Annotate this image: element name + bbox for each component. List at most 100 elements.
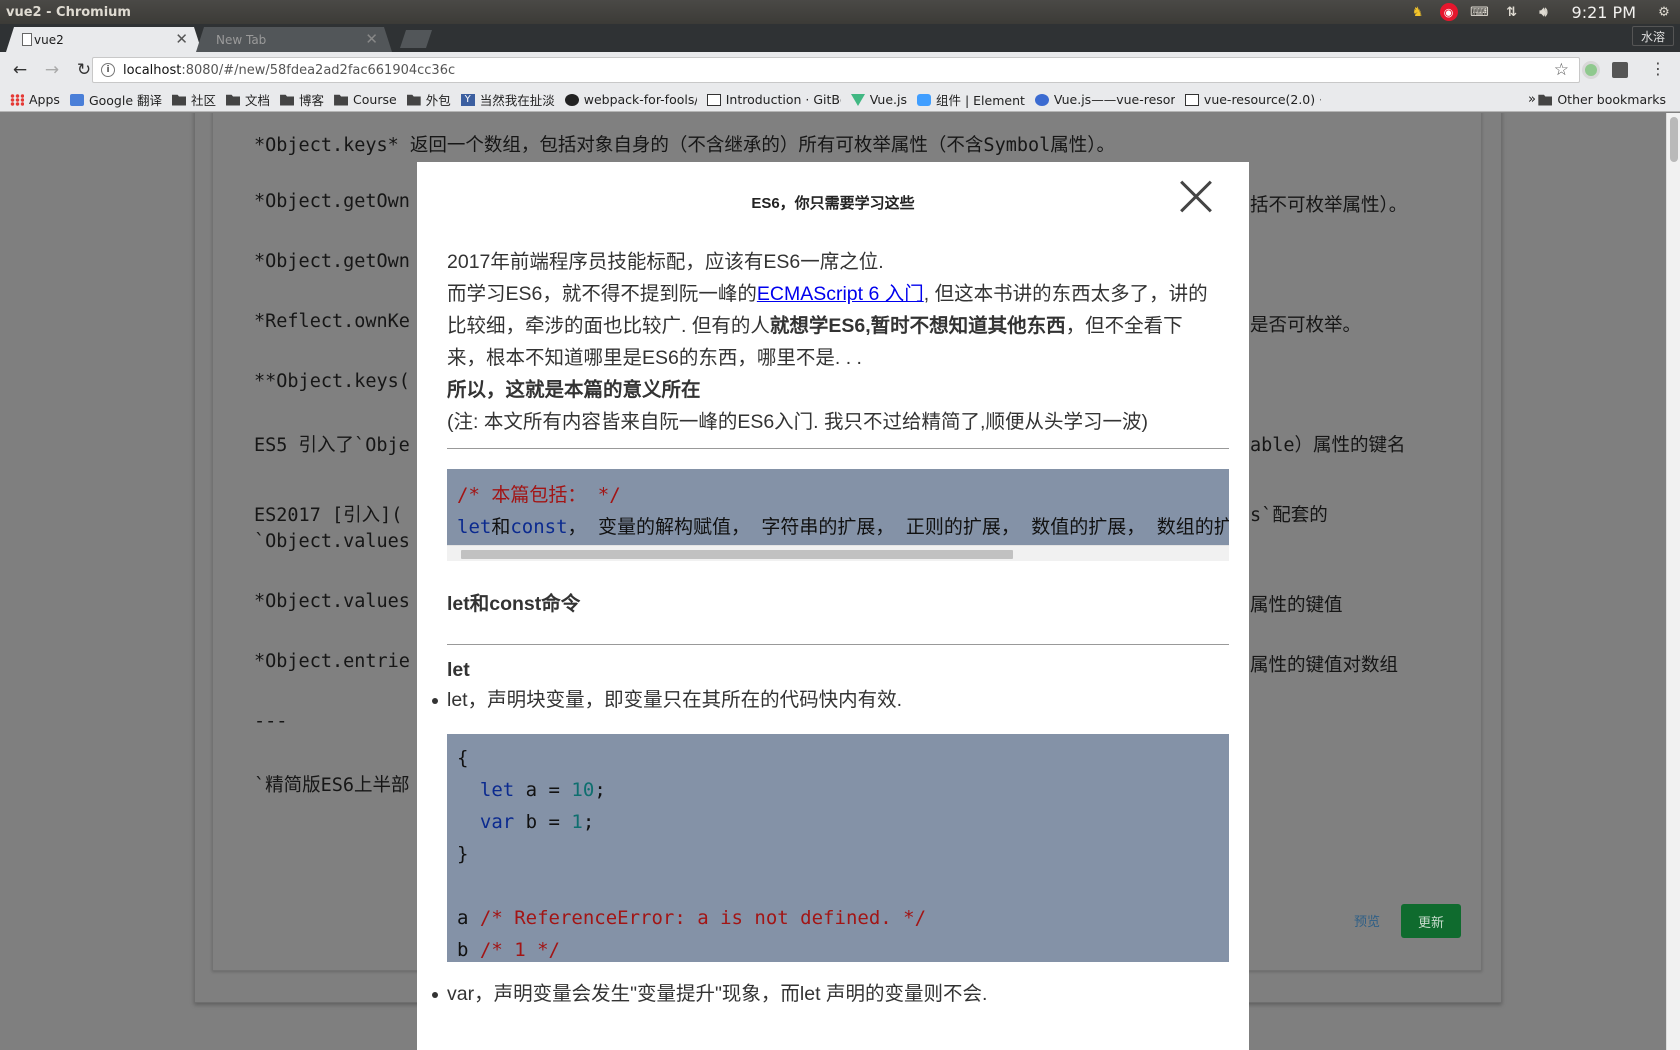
bookmark-label: 文档 [245, 93, 271, 108]
url-path: :8080/#/new/58fdea2ad2fac661904cc36c [181, 62, 456, 78]
tab-title: New Tab [216, 32, 267, 47]
bookmark-gitbook[interactable]: Introduction · GitBo [706, 92, 841, 107]
folder-icon [226, 94, 241, 106]
bookmark-label: Vue.js [869, 92, 907, 107]
bookmark-folder-outsource[interactable]: 外包 [406, 90, 451, 109]
page-scrollbar[interactable] [1666, 113, 1680, 1050]
bookmark-folder-blog[interactable]: 博客 [280, 90, 324, 109]
bookmark-apps[interactable]: Apps [10, 92, 60, 107]
page-icon [22, 33, 32, 46]
chrome-menu-icon[interactable]: ⋮ [1650, 59, 1666, 78]
editor-line: *Object.values [254, 591, 410, 612]
bookmark-google-translate[interactable]: Google 翻译 [69, 90, 162, 109]
bookmark-webpack[interactable]: webpack-for-fools/ [564, 92, 697, 107]
tab-title: vue2 [34, 32, 64, 47]
code-text: a [457, 907, 480, 929]
scroll-right-arrow-icon[interactable]: ▶ [1220, 548, 1225, 561]
bookmark-vue-resource-gitbook[interactable]: vue-resource(2.0) · [1184, 92, 1321, 107]
weibo-tray-icon[interactable]: ◉ [1439, 3, 1458, 21]
bold-text: 就想学ES6,暂时不想知道其他东西 [769, 315, 1066, 337]
code-text: a = [514, 779, 572, 801]
summary-code-block: /* 本篇包括： */ let和const， 变量的解构赋值， 字符串的扩展， … [447, 469, 1229, 561]
other-bookmarks[interactable]: Other bookmarks [1538, 92, 1666, 107]
profile-button[interactable]: 水溶 [1631, 26, 1674, 46]
editor-line-fragment: 属性的键值对数组 [1250, 655, 1399, 676]
heading-let: let [447, 659, 470, 681]
qq-tray-icon[interactable]: ♞ [1408, 4, 1428, 20]
new-tab-button[interactable] [400, 30, 432, 48]
editor-line-fragment: s`配套的 [1250, 505, 1328, 526]
list-item: let，声明块变量，即变量只在其所在的代码快内有效. [432, 684, 1229, 716]
text: 比较细，牵涉的面也比较广. 但有的人 [447, 315, 770, 337]
bookmark-label: 组件 | Element [936, 93, 1025, 108]
keyboard-icon[interactable]: ⌨ [1470, 4, 1490, 20]
editor-line: *Object.entrie [254, 651, 410, 672]
system-tray: ♞ ◉ ⌨ ⇅ 🔊︎ 9:21 PM ⚙ [1408, 0, 1674, 24]
bookmark-star-icon[interactable]: ☆ [1554, 60, 1569, 80]
address-bar[interactable]: i localhost :8080/#/new/58fdea2ad2fac661… [92, 57, 1580, 83]
code-comment: /* 本篇包括： */ [457, 484, 621, 506]
bookmark-element[interactable]: 组件 | Element [917, 90, 1025, 109]
bookmark-label: vue-resource(2.0) · [1203, 92, 1321, 107]
preview-button[interactable]: 预览 [1354, 911, 1380, 930]
page-scrollbar-thumb[interactable] [1670, 117, 1678, 162]
bookmark-folder-community[interactable]: 社区 [172, 90, 216, 109]
text: 而学习ES6，就不得不提到阮一峰的 [447, 283, 757, 305]
bookmark-folder-docs[interactable]: 文档 [226, 90, 270, 109]
bookmark-label: Course [353, 92, 397, 107]
code-comment: /* 1 */ [479, 939, 560, 961]
tab-new-tab[interactable]: New Tab ✕ [196, 27, 392, 52]
bookmark-vuejs[interactable]: Vue.js [850, 92, 907, 107]
code-text: b = [514, 811, 572, 833]
code-line: a /* ReferenceError: a is not defined. *… [457, 902, 1219, 934]
heading-let-const: let和const命令 [447, 593, 581, 615]
code-line: { [457, 747, 469, 769]
scroll-left-arrow-icon[interactable]: ◀ [451, 548, 456, 561]
code-comment: /* ReferenceError: a is not defined. */ [479, 907, 927, 929]
editor-line: *Object.keys* 返回一个数组，包括对象自身的（不含继承的）所有可枚举… [254, 135, 1116, 156]
tab-strip: vue2 ✕ New Tab ✕ [0, 24, 1680, 52]
extension-status-icon[interactable] [1582, 61, 1600, 79]
vue-resource-icon [1034, 93, 1049, 106]
close-tab-icon[interactable]: ✕ [175, 30, 188, 48]
forward-arrow-icon[interactable]: → [40, 58, 64, 82]
code-line: } [457, 843, 469, 865]
intro-line: 而学习ES6，就不得不提到阮一峰的ECMAScript 6 入门, 但这本书讲的… [447, 278, 1229, 310]
bookmark-folder-course[interactable]: Course [334, 92, 397, 107]
bookmarks-overflow-chevron[interactable]: » [1528, 92, 1536, 107]
code-text: 和 [491, 516, 511, 538]
os-top-panel: vue2 - Chromium ♞ ◉ ⌨ ⇅ 🔊︎ 9:21 PM ⚙ [0, 0, 1680, 24]
modal-title: ES6，你只需要学习这些 [751, 195, 915, 212]
gear-icon[interactable]: ⚙ [1654, 4, 1674, 20]
bookmark-label: 社区 [191, 93, 217, 108]
editor-line-fragment: 是否可枚举。 [1250, 315, 1362, 336]
editor-line: `Object.values [254, 531, 410, 552]
divider [447, 644, 1229, 645]
bookmark-label: 外包 [425, 93, 451, 108]
ecmascript-book-link[interactable]: ECMAScript 6 入门 [757, 283, 924, 305]
intro-line: 比较细，牵涉的面也比较广. 但有的人就想学ES6,暂时不想知道其他东西，但不全看… [447, 310, 1229, 342]
window-title: vue2 - Chromium [6, 4, 131, 20]
editor-line: *Object.getOwn [254, 191, 410, 212]
back-arrow-icon[interactable]: ← [8, 58, 32, 82]
tab-vue2[interactable]: vue2 ✕ [6, 27, 202, 52]
clock[interactable]: 9:21 PM [1572, 3, 1636, 22]
volume-icon[interactable]: 🔊︎ [1534, 4, 1554, 20]
bookmark-vue-resource[interactable]: Vue.js——vue-resor [1034, 92, 1175, 107]
close-tab-icon[interactable]: ✕ [365, 30, 378, 48]
extension-document-icon[interactable] [1612, 62, 1628, 78]
code-scrollbar-thumb[interactable] [461, 550, 1013, 559]
bookmark-yinxiang[interactable]: Y 当然我在扯淡 [460, 90, 555, 109]
intro-note: (注: 本文所有内容皆来自阮一峰的ES6入门. 我只不过给精简了,顺便从头学习一… [447, 411, 1148, 433]
bookmark-label: Google 翻译 [88, 93, 162, 108]
github-icon [564, 93, 579, 106]
gitbook-icon [1184, 93, 1199, 106]
code-text: b [457, 939, 480, 961]
code-horizontal-scrollbar[interactable]: ◀ ▶ [447, 545, 1229, 561]
close-icon[interactable] [1175, 176, 1215, 216]
update-button[interactable]: 更新 [1401, 904, 1461, 938]
info-icon[interactable]: i [101, 63, 115, 77]
network-icon[interactable]: ⇅ [1502, 4, 1522, 20]
editor-line-fragment: able）属性的键名 [1250, 435, 1406, 456]
